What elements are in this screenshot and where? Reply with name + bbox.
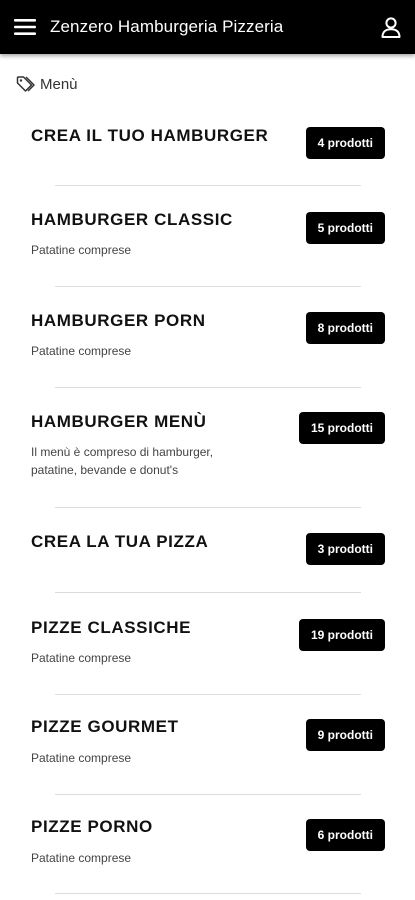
category-description: Patatine comprese (31, 651, 132, 665)
product-count-badge: 9 prodotti (305, 719, 385, 751)
category-item[interactable]: CREA LA TUA PIZZA 3 prodotti (0, 508, 415, 593)
category-name: HAMBURGER CLASSIC (31, 210, 233, 229)
app-title: Zenzero Hamburgeria Pizzeria (50, 17, 284, 36)
category-item[interactable]: PIZZE PORNO Patatine comprese 6 prodotti (0, 795, 415, 895)
product-count-badge: 4 prodotti (305, 127, 385, 159)
divider (55, 893, 361, 894)
user-icon (381, 17, 401, 38)
user-button[interactable] (367, 0, 415, 54)
product-count-badge: 15 prodotti (299, 412, 385, 444)
product-count-badge: 3 prodotti (305, 533, 385, 565)
category-name: HAMBURGER MENÙ (31, 412, 207, 431)
category-name: PIZZE PORNO (31, 817, 153, 836)
category-description: Patatine comprese (31, 751, 132, 765)
hamburger-menu-icon (14, 19, 36, 35)
category-description: Patatine comprese (31, 851, 132, 865)
product-count-badge: 5 prodotti (305, 212, 385, 244)
category-description: Patatine comprese (31, 243, 132, 257)
product-count-badge: 19 prodotti (299, 619, 385, 651)
category-description: Patatine comprese (31, 344, 132, 358)
category-item[interactable]: HAMBURGER PORN Patatine comprese 8 prodo… (0, 287, 415, 388)
category-name: CREA IL TUO HAMBURGER (31, 126, 269, 145)
category-name: HAMBURGER PORN (31, 311, 206, 330)
breadcrumb: Menù (16, 74, 78, 94)
category-name: PIZZE CLASSICHE (31, 618, 192, 637)
category-item[interactable]: HAMBURGER MENÙ Il menù è compreso di ham… (0, 388, 415, 507)
category-name: CREA LA TUA PIZZA (31, 532, 209, 551)
category-item[interactable]: CREA IL TUO HAMBURGER 4 prodotti (0, 104, 415, 186)
app-bar: Zenzero Hamburgeria Pizzeria (0, 0, 415, 54)
product-count-badge: 6 prodotti (305, 819, 385, 851)
category-item[interactable]: PIZZE GOURMET Patatine comprese 9 prodot… (0, 695, 415, 795)
category-name: PIZZE GOURMET (31, 717, 179, 736)
category-item[interactable]: HAMBURGER CLASSIC Patatine comprese 5 pr… (0, 186, 415, 287)
category-item[interactable]: PIZZE CLASSICHE Patatine comprese 19 pro… (0, 593, 415, 695)
tag-icon (16, 76, 35, 92)
menu-button[interactable] (0, 0, 50, 54)
product-count-badge: 8 prodotti (305, 312, 385, 344)
breadcrumb-label[interactable]: Menù (40, 76, 78, 93)
category-description: Il menù è compreso di hamburger, patatin… (31, 445, 214, 477)
